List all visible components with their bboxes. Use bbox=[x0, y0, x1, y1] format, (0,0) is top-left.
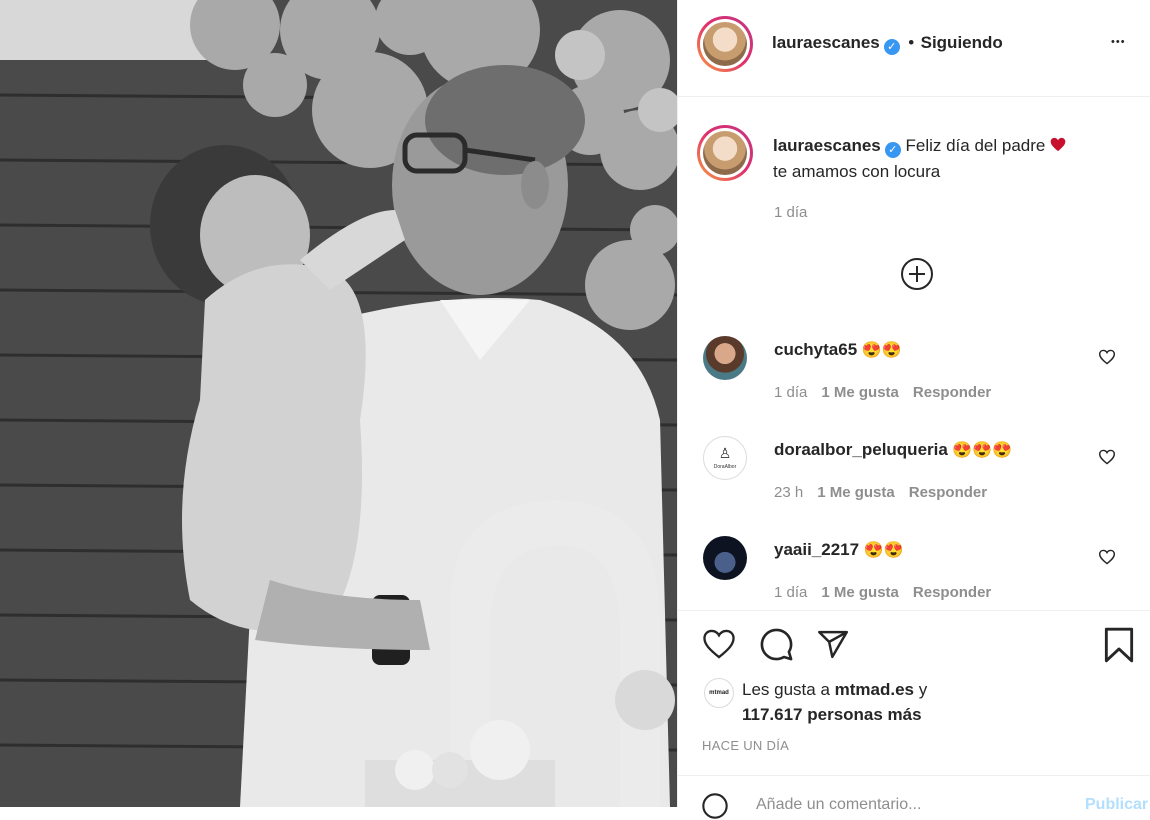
save-bookmark-icon[interactable] bbox=[1103, 626, 1135, 664]
likes-summary: Les gusta a mtmad.es y 117.617 personas … bbox=[742, 677, 927, 727]
caption: lauraescanes ✓ Feliz día del padre te ama… bbox=[773, 133, 1123, 185]
dora-logo-text: DoraAlbor bbox=[713, 464, 737, 470]
post-panel: lauraescanes ✓ • Siguiendo ••• lauraescan… bbox=[677, 0, 1150, 819]
reply-button[interactable]: Responder bbox=[913, 384, 991, 401]
comment-text: 😍😍 bbox=[863, 542, 904, 559]
caption-text-line-2: te amamos con locura bbox=[773, 162, 941, 181]
comment-avatar[interactable]: ♙ DoraAlbor bbox=[703, 436, 747, 480]
red-heart-icon bbox=[1050, 137, 1066, 152]
comment-time: 23 h bbox=[774, 484, 804, 501]
comment-time: 1 día bbox=[774, 584, 808, 601]
post-header: lauraescanes ✓ • Siguiendo bbox=[772, 33, 1003, 55]
actions-divider bbox=[678, 610, 1150, 611]
comment-body: yaaii_2217 😍😍 bbox=[774, 540, 903, 560]
like-icon[interactable] bbox=[701, 628, 737, 660]
comment-text: 😍😍 bbox=[861, 342, 902, 359]
photo-illustration bbox=[0, 0, 677, 807]
verified-badge-icon: ✓ bbox=[883, 39, 900, 55]
caption-time: 1 día bbox=[774, 204, 808, 221]
dora-logo-icon: ♙ bbox=[718, 445, 732, 461]
like-comment-icon[interactable] bbox=[1098, 549, 1116, 565]
comment-icon[interactable] bbox=[759, 627, 794, 662]
verified-badge-icon: ✓ bbox=[884, 142, 901, 158]
header-divider bbox=[678, 96, 1150, 97]
comment-meta: 1 día 1 Me gusta Responder bbox=[774, 584, 1005, 601]
post-timestamp[interactable]: HACE UN DÍA bbox=[702, 738, 789, 753]
caption-author-avatar[interactable] bbox=[697, 125, 753, 181]
more-options-icon[interactable]: ••• bbox=[1111, 36, 1126, 48]
emoji-icon[interactable] bbox=[701, 792, 729, 820]
like-comment-icon[interactable] bbox=[1098, 349, 1116, 365]
comment-avatar[interactable] bbox=[703, 536, 747, 580]
comment-username[interactable]: doraalbor_peluqueria bbox=[774, 440, 948, 459]
comment-meta: 1 día 1 Me gusta Responder bbox=[774, 384, 1005, 401]
liker-avatar[interactable]: mtmad bbox=[704, 678, 734, 708]
liker-username[interactable]: mtmad.es bbox=[835, 680, 914, 699]
comment-likes-link[interactable]: 1 Me gusta bbox=[817, 484, 895, 501]
comment-body: cuchyta65 😍😍 bbox=[774, 340, 901, 360]
caption-text: Feliz día del padre bbox=[905, 136, 1046, 155]
comment-avatar[interactable] bbox=[703, 336, 747, 380]
likes-suffix: y bbox=[914, 680, 928, 699]
comment-text: 😍😍😍 bbox=[952, 442, 1013, 459]
caption-username[interactable]: lauraescanes bbox=[773, 136, 881, 155]
likes-prefix: Les gusta a bbox=[742, 680, 835, 699]
comment-likes-link[interactable]: 1 Me gusta bbox=[821, 384, 899, 401]
comment-username[interactable]: yaaii_2217 bbox=[774, 540, 859, 559]
share-icon[interactable] bbox=[816, 628, 850, 661]
post-comment-button[interactable]: Publicar bbox=[1085, 796, 1148, 814]
comment-meta: 23 h 1 Me gusta Responder bbox=[774, 484, 1001, 501]
comment-input[interactable]: Añade un comentario... bbox=[756, 796, 921, 814]
comment-username[interactable]: cuchyta65 bbox=[774, 340, 857, 359]
reply-button[interactable]: Responder bbox=[909, 484, 987, 501]
comment-box-divider bbox=[678, 775, 1150, 776]
post-photo[interactable] bbox=[0, 0, 677, 807]
comment-likes-link[interactable]: 1 Me gusta bbox=[821, 584, 899, 601]
follow-separator: • bbox=[908, 33, 915, 52]
following-button[interactable]: Siguiendo bbox=[921, 33, 1003, 52]
comment-time: 1 día bbox=[774, 384, 808, 401]
author-username[interactable]: lauraescanes bbox=[772, 33, 880, 52]
load-more-comments-icon[interactable] bbox=[900, 257, 934, 291]
likes-count-link[interactable]: 117.617 personas más bbox=[742, 705, 922, 724]
reply-button[interactable]: Responder bbox=[913, 584, 991, 601]
author-avatar[interactable] bbox=[697, 16, 753, 72]
comment-body: doraalbor_peluqueria 😍😍😍 bbox=[774, 440, 1012, 460]
like-comment-icon[interactable] bbox=[1098, 449, 1116, 465]
